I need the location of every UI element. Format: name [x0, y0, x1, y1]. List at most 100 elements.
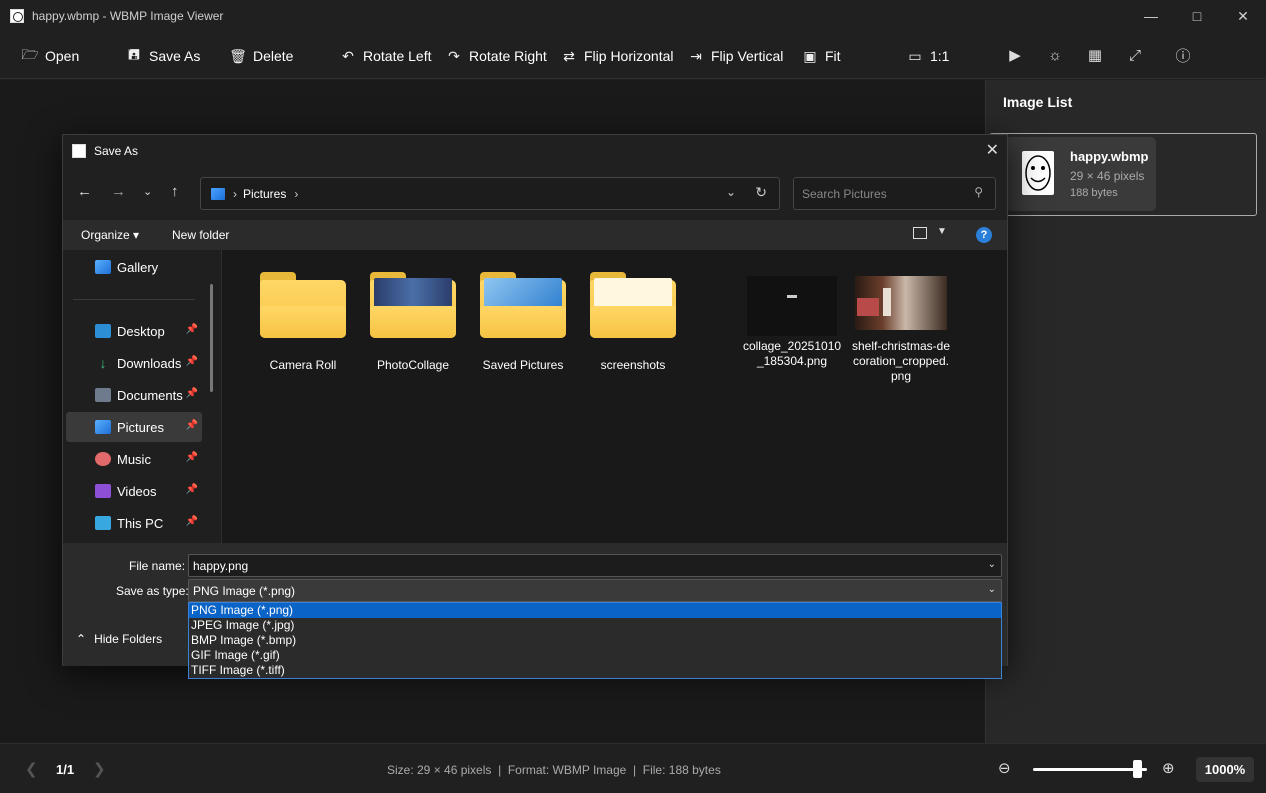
type-option-png[interactable]: PNG Image (*.png) — [189, 603, 1001, 618]
rotate-right-button[interactable]: ↷ Rotate Right — [446, 42, 547, 70]
zoom-slider-track[interactable] — [1033, 768, 1147, 771]
save-type-chevron-down-icon[interactable]: ⌄ — [988, 584, 996, 595]
nav-item-music[interactable]: Music 📌 — [66, 444, 202, 474]
maximize-button[interactable]: □ — [1174, 0, 1220, 32]
recent-chevron-down-icon[interactable]: ⌄ — [143, 185, 152, 198]
file-name: collage_20251010_185304.png — [742, 339, 842, 368]
file-item-image[interactable]: collage_20251010_185304.png — [742, 276, 842, 369]
flip-horizontal-button[interactable]: ⇄ Flip Horizontal — [561, 42, 673, 70]
minimize-button[interactable]: — — [1128, 0, 1174, 32]
up-arrow-icon[interactable]: ↑ — [171, 183, 179, 200]
file-name: Camera Roll — [269, 358, 337, 372]
save-type-dropdown-list: PNG Image (*.png) JPEG Image (*.jpg) BMP… — [188, 602, 1002, 679]
help-icon[interactable]: ? — [976, 227, 992, 243]
actual-size-button[interactable]: ▭ 1:1 — [907, 42, 949, 70]
file-name-chevron-down-icon[interactable]: ⌄ — [988, 559, 996, 570]
new-folder-button[interactable]: New folder — [172, 228, 229, 242]
previous-icon[interactable]: ❮ — [25, 760, 38, 778]
flip-horizontal-label: Flip Horizontal — [584, 48, 674, 64]
file-item-folder[interactable]: Saved Pictures — [473, 272, 573, 373]
pictures-icon — [211, 187, 225, 200]
zoom-slider-thumb[interactable] — [1133, 760, 1143, 778]
address-bar[interactable]: › Pictures › ⌄ ↻ — [200, 177, 780, 210]
nav-item-gallery[interactable]: Gallery — [66, 252, 202, 282]
file-item-folder[interactable]: screenshots — [583, 272, 683, 373]
address-chevron-down-icon[interactable]: ⌄ — [726, 185, 736, 199]
type-option-tiff[interactable]: TIFF Image (*.tiff) — [189, 663, 1001, 678]
delete-button[interactable]: 🗑 Delete — [229, 42, 294, 70]
next-icon[interactable]: ❯ — [93, 760, 106, 778]
rotate-left-button[interactable]: ↶ Rotate Left — [340, 42, 432, 70]
type-option-jpeg[interactable]: JPEG Image (*.jpg) — [189, 618, 1001, 633]
search-input[interactable] — [802, 185, 962, 203]
nav-item-pictures[interactable]: Pictures 📌 — [66, 412, 202, 442]
flip-vertical-button[interactable]: ⇥ Flip Vertical — [688, 42, 783, 70]
page-indicator: 1/1 — [56, 762, 75, 777]
nav-item-this-pc[interactable]: This PC 📌 — [66, 508, 202, 538]
nav-scrollbar[interactable] — [210, 284, 213, 392]
image-list-item[interactable]: happy.wbmp 29 × 46 pixels 188 bytes — [1006, 137, 1156, 211]
rotate-left-label: Rotate Left — [363, 48, 432, 64]
save-as-button[interactable]: 🖪 Save As — [126, 42, 200, 70]
type-option-bmp[interactable]: BMP Image (*.bmp) — [189, 633, 1001, 648]
zoom-percentage[interactable]: 1000% — [1196, 757, 1254, 782]
view-chevron-down-icon[interactable]: ▼ — [937, 226, 947, 237]
back-arrow-icon[interactable]: ← — [77, 183, 92, 200]
rotate-right-icon: ↷ — [448, 47, 460, 64]
image-info: Size: 29 × 46 pixels | Format: WBMP Imag… — [387, 763, 721, 777]
folder-icon — [480, 272, 566, 340]
chevron-up-icon: ⌃ — [76, 632, 87, 646]
window-controls: — □ ✕ — [1128, 0, 1266, 32]
close-button[interactable]: ✕ — [1220, 0, 1266, 32]
nav-item-label: Gallery — [117, 259, 159, 275]
file-item-folder[interactable]: PhotoCollage — [363, 272, 463, 373]
refresh-icon[interactable]: ↻ — [755, 184, 767, 201]
open-button[interactable]: 🗁 Open — [21, 42, 79, 70]
nav-item-downloads[interactable]: ↓ Downloads 📌 — [66, 348, 202, 378]
image-list-item-dims: 29 × 46 pixels — [1070, 169, 1145, 183]
computer-icon — [95, 516, 111, 530]
zoom-in-icon[interactable]: ⊕ — [1162, 759, 1175, 777]
fullscreen-icon[interactable]: ⤢ — [1125, 45, 1145, 65]
dialog-close-icon[interactable]: ✕ — [986, 140, 999, 160]
hide-folders-button[interactable]: ⌃ Hide Folders — [76, 632, 162, 646]
image-thumbnail — [1022, 151, 1054, 195]
pin-icon: 📌 — [185, 420, 198, 431]
zoom-out-icon[interactable]: ⊖ — [998, 759, 1011, 777]
toolbar: 🗁 Open 🖪 Save As 🗑 Delete ↶ Rotate Left … — [0, 32, 1266, 79]
image-file-icon — [855, 276, 947, 330]
breadcrumb-pictures[interactable]: Pictures — [243, 187, 286, 201]
image-adjust-icon[interactable]: ▦ — [1085, 45, 1105, 65]
nav-item-label: Videos — [117, 483, 157, 499]
type-option-gif[interactable]: GIF Image (*.gif) — [189, 648, 1001, 663]
file-name: shelf-christmas-decoration_cropped.png — [851, 339, 951, 383]
flip-horizontal-icon: ⇄ — [563, 47, 575, 64]
file-name: screenshots — [600, 358, 666, 372]
pin-icon: 📌 — [185, 452, 198, 463]
fit-button[interactable]: ▣ Fit — [802, 42, 841, 70]
organize-button[interactable]: Organize ▾ — [81, 228, 139, 242]
info-icon[interactable]: ⓘ — [1173, 45, 1193, 65]
save-type-select[interactable]: PNG Image (*.png) ⌄ — [188, 579, 1002, 602]
file-item-folder[interactable]: Camera Roll — [253, 272, 353, 373]
nav-item-documents[interactable]: Documents 📌 — [66, 380, 202, 410]
file-name: Saved Pictures — [482, 358, 564, 372]
app-icon — [10, 9, 24, 23]
delete-label: Delete — [253, 48, 294, 64]
save-icon: 🖪 — [128, 46, 140, 62]
fit-label: Fit — [825, 48, 841, 64]
nav-item-desktop[interactable]: Desktop 📌 — [66, 316, 202, 346]
file-item-image[interactable]: shelf-christmas-decoration_cropped.png — [851, 276, 951, 384]
nav-item-label: Desktop — [117, 323, 165, 339]
forward-arrow-icon[interactable]: → — [111, 183, 126, 200]
nav-item-videos[interactable]: Videos 📌 — [66, 476, 202, 506]
search-box[interactable]: ⚲ — [793, 177, 996, 210]
breadcrumb-separator: › — [294, 186, 299, 201]
brightness-icon[interactable]: ☼ — [1045, 45, 1065, 65]
file-name-input[interactable]: happy.png ⌄ — [188, 554, 1002, 577]
slideshow-icon[interactable]: ▶ — [1005, 45, 1025, 65]
actual-size-icon: ▭ — [908, 47, 922, 64]
save-as-label: Save As — [149, 48, 201, 64]
view-mode-icon[interactable] — [913, 227, 927, 239]
trash-icon: 🗑 — [229, 47, 247, 64]
